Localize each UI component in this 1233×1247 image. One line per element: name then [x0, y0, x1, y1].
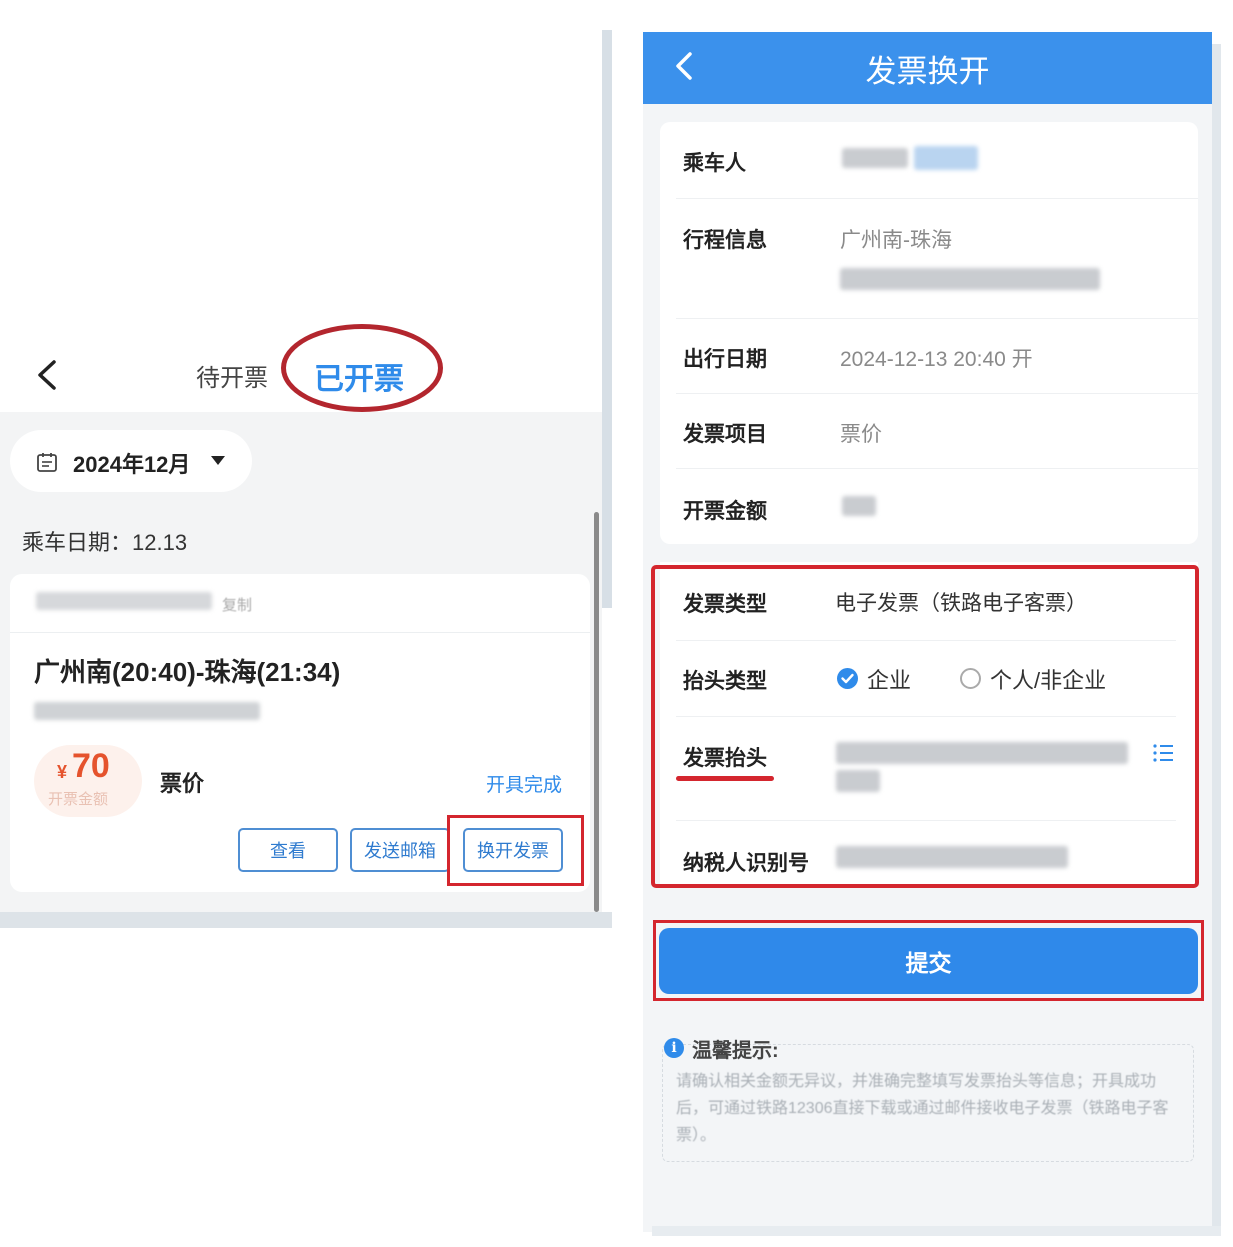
annotation-box: [651, 565, 1199, 888]
currency-symbol: ¥: [57, 762, 68, 782]
left-panel-edge: [602, 30, 612, 608]
trip-route-value: 广州南-珠海: [840, 229, 952, 252]
invoice-amount-label: 开票金额: [683, 500, 767, 523]
annotation-box: [447, 815, 584, 886]
scrollbar[interactable]: [594, 512, 599, 912]
tips-text: 请确认相关金额无异议，并准确完整填写发票抬头等信息；开具成功后，可通过铁路123…: [676, 1073, 1169, 1144]
tips-title: 温馨提示:: [692, 1040, 779, 1062]
travel-date-value: 2024-12-13 20:40 开: [840, 348, 1033, 371]
back-arrow-icon[interactable]: [34, 358, 60, 392]
train-number-redacted: [840, 268, 1100, 290]
passenger-tag-redacted: [914, 146, 978, 170]
info-icon: i: [664, 1038, 684, 1058]
ride-date-label: 乘车日期：12.13: [22, 530, 188, 555]
divider: [676, 393, 1198, 394]
divider: [676, 318, 1198, 319]
issue-status: 开具完成: [486, 775, 563, 796]
annotation-box: [653, 920, 1204, 1001]
calendar-icon: [37, 453, 57, 472]
right-panel-edge: [1212, 44, 1221, 1232]
price-caption: 开票金额: [48, 791, 109, 808]
travel-date-label: 出行日期: [683, 348, 767, 371]
trip-info-card: [660, 122, 1198, 544]
divider: [676, 468, 1198, 469]
trip-info-label: 行程信息: [683, 229, 767, 252]
ticket-type-label: 票价: [160, 771, 205, 796]
invoice-amount-redacted: [842, 496, 876, 516]
tab-pending-invoice[interactable]: 待开票: [196, 358, 268, 393]
copy-link[interactable]: 复制: [222, 594, 252, 615]
route-text: 广州南(20:40)-珠海(21:34): [34, 657, 341, 687]
passenger-label: 乘车人: [683, 152, 746, 175]
page-title: 发票换开: [865, 54, 990, 89]
month-filter-label: 2024年12月: [73, 452, 191, 477]
invoice-item-label: 发票项目: [683, 423, 767, 446]
train-info-redacted: [34, 702, 260, 720]
right-panel-bottom-edge: [652, 1226, 1221, 1236]
left-panel-bottom-edge: [0, 912, 612, 928]
divider: [676, 198, 1198, 199]
price-value: 70: [72, 747, 110, 785]
annotation-circle: [281, 324, 443, 412]
invoice-item-value: 票价: [840, 423, 882, 446]
divider: [10, 632, 590, 633]
passenger-name-redacted: [842, 148, 908, 168]
view-button[interactable]: 查看: [238, 828, 338, 872]
send-email-button[interactable]: 发送邮箱: [350, 828, 450, 872]
chevron-down-icon: [211, 456, 225, 465]
order-number-redacted: [36, 592, 212, 610]
